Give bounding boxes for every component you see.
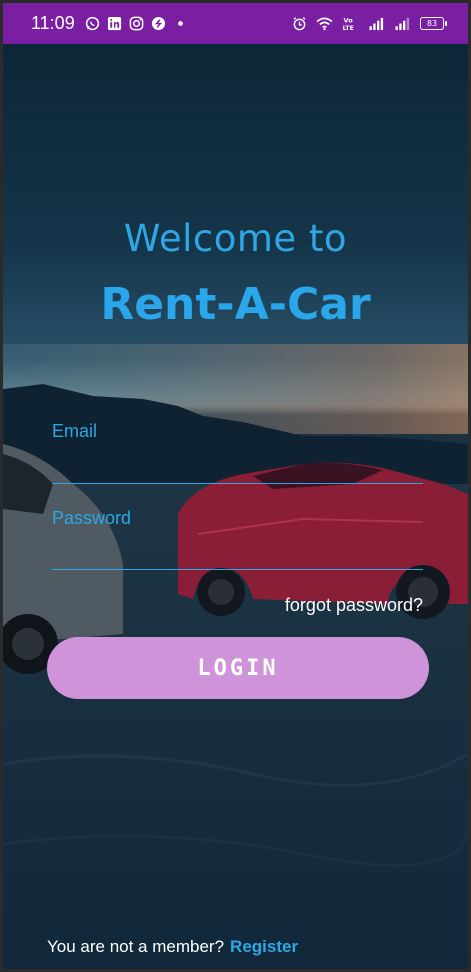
wifi-icon <box>315 16 334 31</box>
dot-icon <box>173 16 188 31</box>
register-link[interactable]: Register <box>230 937 298 956</box>
app-frame: 11:09 Vo LTE 83 Welcome to Rent-A-Car Em… <box>0 0 471 972</box>
not-member-text: You are not a member? <box>47 937 225 956</box>
register-prompt: You are not a member? Register <box>47 937 298 957</box>
notification-icons <box>85 16 188 31</box>
email-field[interactable] <box>52 449 423 484</box>
instagram-icon <box>129 16 144 31</box>
signal-icon <box>394 16 412 31</box>
password-label: Password <box>52 508 132 528</box>
whatsapp-icon <box>85 16 100 31</box>
volte-icon: Vo LTE <box>342 16 360 31</box>
password-field[interactable] <box>52 535 423 570</box>
forgot-password-link[interactable]: forgot password? <box>285 595 423 616</box>
status-bar: 11:09 Vo LTE 83 <box>3 3 468 44</box>
signal-icon <box>368 16 386 31</box>
linkedin-icon <box>107 16 122 31</box>
battery-icon: 83 <box>420 17 447 30</box>
svg-text:Vo: Vo <box>344 17 354 25</box>
alarm-icon <box>292 16 307 31</box>
svg-text:LTE: LTE <box>343 25 354 31</box>
status-time: 11:09 <box>31 13 75 33</box>
email-label: Email <box>52 421 98 441</box>
welcome-heading: Welcome to <box>123 217 348 260</box>
app-title: Rent-A-Car <box>100 279 371 330</box>
shazam-icon <box>151 16 166 31</box>
system-icons: Vo LTE 83 <box>292 16 447 31</box>
login-button[interactable]: LOGIN <box>47 637 429 699</box>
